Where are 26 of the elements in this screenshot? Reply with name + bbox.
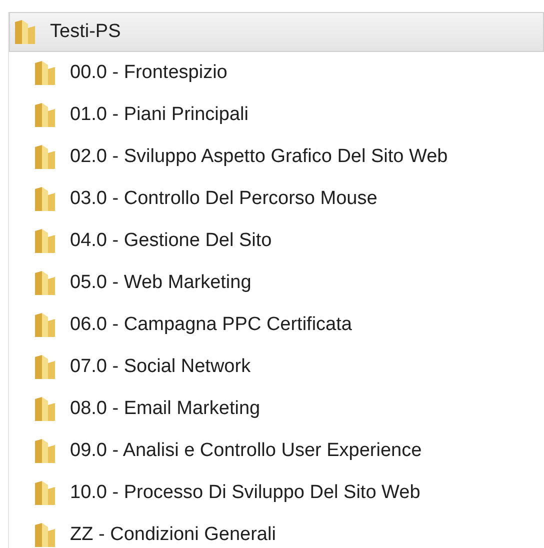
tree-item[interactable]: 07.0 - Social Network [9,346,544,388]
tree-item[interactable]: 06.0 - Campagna PPC Certificata [9,304,544,346]
tree-item[interactable]: 02.0 - Sviluppo Aspetto Grafico Del Sito Web [9,136,544,178]
tree-item[interactable]: 08.0 - Email Marketing [9,388,544,430]
tree-item[interactable]: 03.0 - Controllo Del Percorso Mouse [9,178,544,220]
folder-icon [34,228,56,254]
tree-item[interactable]: 04.0 - Gestione Del Sito [9,220,544,262]
folder-icon [34,396,56,422]
tree-item[interactable]: 10.0 - Processo Di Sviluppo Del Sito Web [9,472,544,514]
tree-item[interactable]: ZZ - Condizioni Generali [9,514,544,548]
folder-icon [14,19,36,45]
tree-item[interactable]: 01.0 - Piani Principali [9,94,544,136]
folder-icon [34,270,56,296]
folder-icon [34,354,56,380]
folder-icon [34,60,56,86]
folder-icon [34,480,56,506]
folder-icon [34,312,56,338]
folder-icon [34,144,56,170]
folder-icon [34,438,56,464]
folder-icon [34,102,56,128]
tree-item[interactable]: 05.0 - Web Marketing [9,262,544,304]
tree-item[interactable]: 09.0 - Analisi e Controllo User Experience [9,430,544,472]
tree-item[interactable]: Testi-PS [9,12,544,52]
folder-icon [34,186,56,212]
tree-item[interactable]: 00.0 - Frontespizio [9,52,544,94]
folder-icon [34,522,56,548]
